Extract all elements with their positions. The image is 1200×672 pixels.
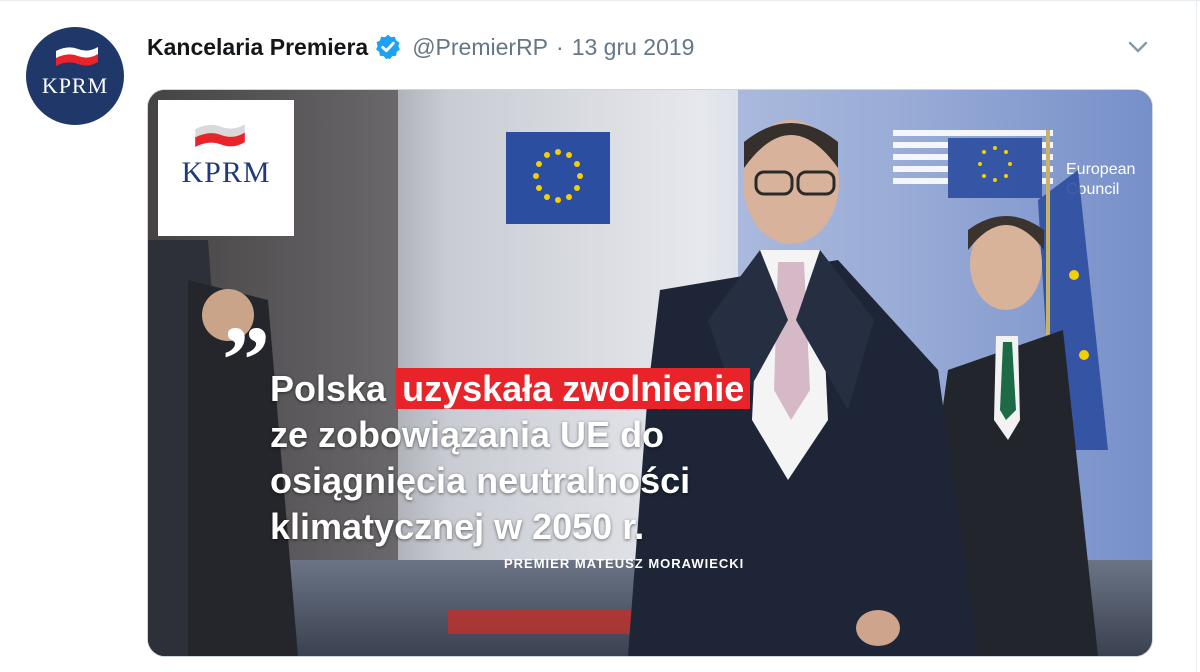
kprm-logo-text: KPRM xyxy=(181,156,271,189)
quote-highlight: uzyskała zwolnienie xyxy=(396,368,751,409)
divider xyxy=(1196,0,1197,672)
quote-line-3: osiągnięcia neutralności xyxy=(270,460,691,501)
tweet-image[interactable]: European Council KPRM ” Polska uzyskała … xyxy=(147,89,1153,657)
handle[interactable]: @PremierRP xyxy=(412,34,548,61)
verified-badge-icon xyxy=(376,34,401,60)
quote-mark: ” xyxy=(222,306,270,413)
kprm-logo: KPRM xyxy=(158,100,294,236)
separator: · xyxy=(556,33,564,60)
quote-text: Polska uzyskała zwolnienie ze zobowiązan… xyxy=(270,366,890,550)
chevron-down-icon[interactable] xyxy=(1126,38,1150,56)
divider xyxy=(0,0,1200,1)
quote-line-1: Polska uzyskała zwolnienie xyxy=(270,366,890,412)
avatar-logo-text: KPRM xyxy=(41,73,109,98)
timestamp[interactable]: 13 gru 2019 xyxy=(572,34,695,61)
tweet[interactable]: KPRM Kancelaria Premiera @PremierRP · 13… xyxy=(0,0,1200,672)
display-name[interactable]: Kancelaria Premiera xyxy=(147,34,368,61)
flag-icon xyxy=(56,47,98,66)
avatar[interactable]: KPRM xyxy=(26,27,124,125)
quote-line-4: klimatycznej w 2050 r. xyxy=(270,506,645,547)
quote-line-2: ze zobowiązania UE do xyxy=(270,414,665,455)
tweet-header: Kancelaria Premiera @PremierRP · 13 gru … xyxy=(147,30,694,64)
quote-attribution: PREMIER MATEUSZ MORAWIECKI xyxy=(504,556,745,571)
quote-part: Polska xyxy=(270,368,387,409)
flag-icon xyxy=(195,124,245,147)
